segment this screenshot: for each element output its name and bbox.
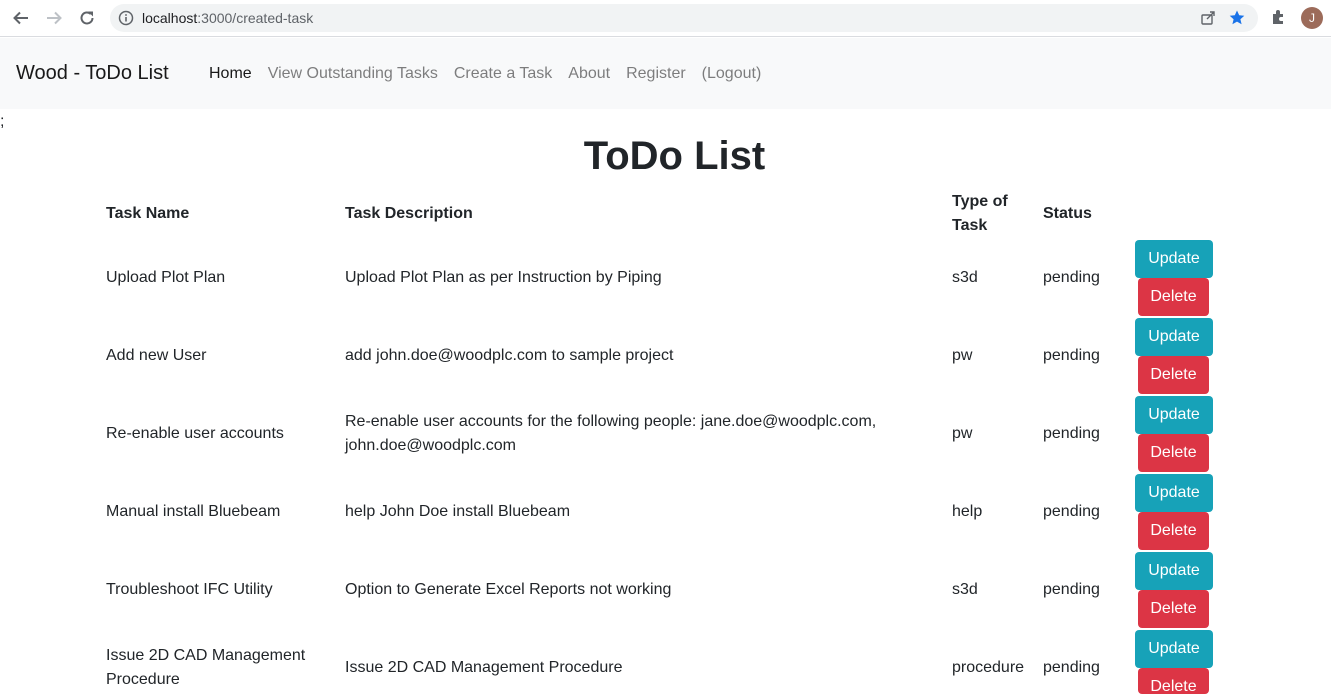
task-status-cell: pending — [1043, 269, 1100, 286]
header-type-of-task: Type of Task — [952, 193, 1008, 234]
task-type-cell: help — [952, 503, 983, 520]
task-description-cell: Option to Generate Excel Reports not wor… — [345, 581, 672, 598]
task-status-cell: pending — [1043, 503, 1100, 520]
task-type-cell: pw — [952, 347, 973, 364]
update-button[interactable]: Update — [1135, 396, 1213, 434]
task-description-cell: Issue 2D CAD Management Procedure — [345, 659, 623, 676]
url-path: :3000/created-task — [197, 10, 314, 26]
nav-links: Home View Outstanding Tasks Create a Tas… — [209, 65, 777, 83]
browser-toolbar: localhost:3000/created-task J — [0, 0, 1331, 37]
task-description-cell: help John Doe install Bluebeam — [345, 503, 571, 520]
task-status-cell: pending — [1043, 347, 1100, 364]
url-text: localhost:3000/created-task — [142, 10, 313, 26]
task-type-cell: procedure — [952, 659, 1025, 676]
extensions-puzzle-icon[interactable] — [1270, 8, 1288, 31]
navbar-brand[interactable]: Wood - ToDo List — [16, 62, 169, 85]
app-navbar: Wood - ToDo List Home View Outstanding T… — [0, 38, 1331, 109]
task-type-cell: s3d — [952, 269, 978, 286]
task-name-cell: Manual install Bluebeam — [106, 503, 281, 520]
url-host: localhost — [142, 10, 198, 26]
update-button[interactable]: Update — [1135, 474, 1213, 512]
nav-link-create-task[interactable]: Create a Task — [454, 65, 552, 83]
delete-button[interactable]: Delete — [1138, 590, 1209, 628]
task-name-cell: Upload Plot Plan — [106, 269, 226, 286]
task-name-cell: Re-enable user accounts — [106, 425, 284, 442]
update-button[interactable]: Update — [1135, 318, 1213, 356]
task-name-cell: Add new User — [106, 347, 207, 364]
delete-button[interactable]: Delete — [1138, 668, 1209, 694]
profile-avatar[interactable]: J — [1301, 7, 1323, 29]
info-icon[interactable] — [118, 10, 134, 31]
task-name-cell: Troubleshoot IFC Utility — [106, 581, 273, 598]
nav-link-register[interactable]: Register — [626, 65, 686, 83]
task-name-cell: Issue 2D CAD Management Procedure — [106, 647, 306, 688]
nav-link-home[interactable]: Home — [209, 65, 252, 83]
task-type-cell: pw — [952, 425, 973, 442]
share-icon[interactable] — [1200, 10, 1216, 31]
header-task-description: Task Description — [345, 205, 473, 222]
header-task-name: Task Name — [106, 205, 190, 222]
nav-link-about[interactable]: About — [568, 65, 610, 83]
nav-link-logout[interactable]: (Logout) — [702, 65, 762, 83]
delete-button[interactable]: Delete — [1138, 278, 1209, 316]
task-description-cell: add john.doe@woodplc.com to sample proje… — [345, 347, 674, 364]
nav-link-view-outstanding-tasks[interactable]: View Outstanding Tasks — [268, 65, 438, 83]
task-status-cell: pending — [1043, 659, 1100, 676]
task-type-cell: s3d — [952, 581, 978, 598]
back-arrow-icon[interactable] — [10, 7, 32, 29]
delete-button[interactable]: Delete — [1138, 434, 1209, 472]
task-description-cell: Upload Plot Plan as per Instruction by P… — [345, 269, 662, 286]
delete-button[interactable]: Delete — [1138, 512, 1209, 550]
forward-arrow-icon[interactable] — [43, 7, 65, 29]
task-description-cell: Re-enable user accounts for the followin… — [345, 413, 877, 454]
task-status-cell: pending — [1043, 581, 1100, 598]
page-title: ToDo List — [583, 134, 766, 178]
stray-text: ; — [0, 113, 5, 130]
task-status-cell: pending — [1043, 425, 1100, 442]
address-bar[interactable]: localhost:3000/created-task — [110, 4, 1258, 32]
reload-icon[interactable] — [76, 7, 98, 29]
update-button[interactable]: Update — [1135, 240, 1213, 278]
update-button[interactable]: Update — [1135, 552, 1213, 590]
bookmark-star-icon[interactable] — [1228, 9, 1246, 32]
update-button[interactable]: Update — [1135, 630, 1213, 668]
header-status: Status — [1043, 205, 1092, 222]
delete-button[interactable]: Delete — [1138, 356, 1209, 394]
